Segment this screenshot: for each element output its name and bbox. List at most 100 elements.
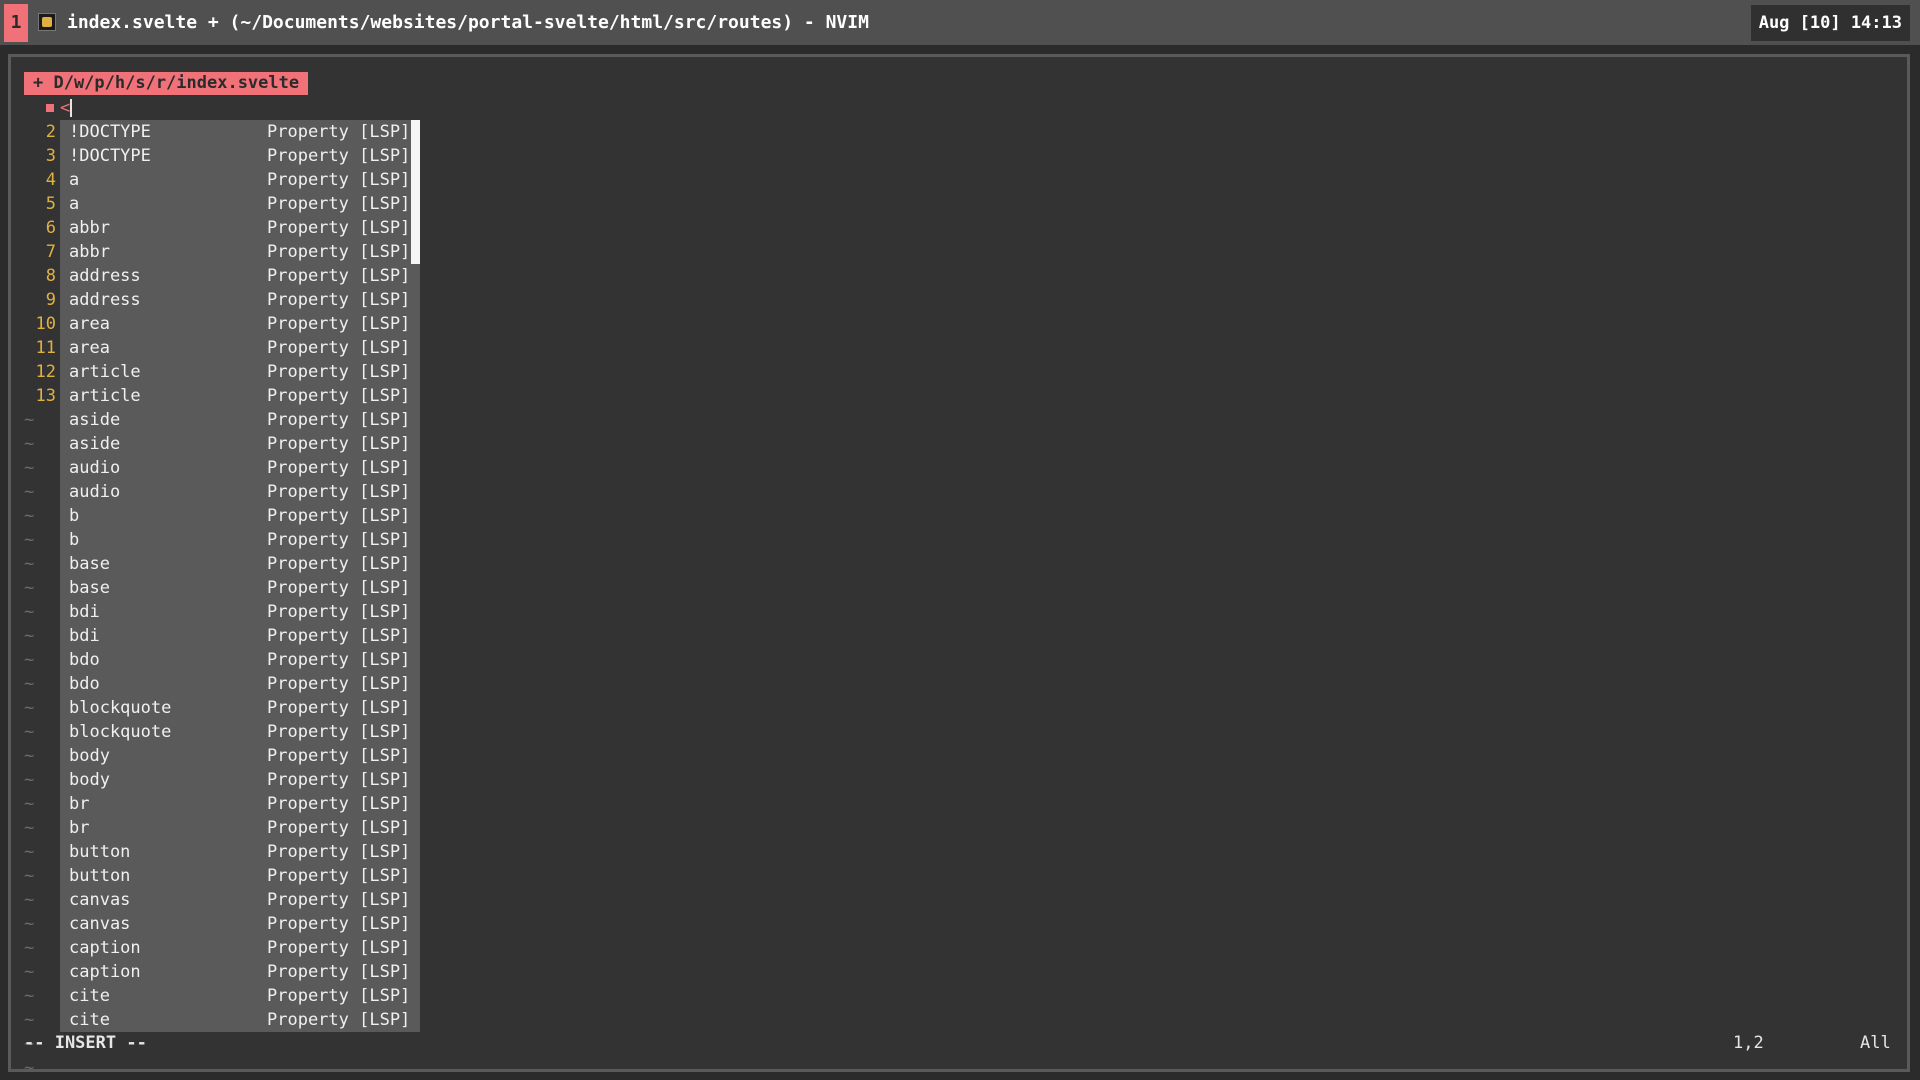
workspace-indicator[interactable]: 1 <box>4 4 28 42</box>
line-number: 6 <box>45 218 56 238</box>
completion-item[interactable]: caption Property [LSP] <box>60 936 420 960</box>
completion-kind: Property [LSP] <box>267 146 411 166</box>
completion-word: a <box>69 170 80 190</box>
empty-line-tilde: ~ <box>24 962 35 982</box>
completion-word: blockquote <box>69 722 172 742</box>
diagnostic-sign-icon <box>46 104 54 112</box>
completion-kind: Property [LSP] <box>267 770 411 790</box>
completion-word: bdi <box>69 626 100 646</box>
empty-line-tilde: ~ <box>24 482 35 502</box>
completion-item[interactable]: bdo Property [LSP] <box>60 648 420 672</box>
empty-line-tilde: ~ <box>24 458 35 478</box>
empty-line-tilde: ~ <box>24 866 35 886</box>
completion-item[interactable]: button Property [LSP] <box>60 864 420 888</box>
empty-line-tilde: ~ <box>24 890 35 910</box>
line-number: 2 <box>45 122 56 142</box>
completion-word: base <box>69 554 110 574</box>
completion-item[interactable]: bdo Property [LSP] <box>60 672 420 696</box>
completion-item[interactable]: bdi Property [LSP] <box>60 600 420 624</box>
completion-item[interactable]: !DOCTYPE Property [LSP] <box>60 120 420 144</box>
empty-line-tilde: ~ <box>24 746 35 766</box>
completion-item[interactable]: blockquote Property [LSP] <box>60 720 420 744</box>
empty-line-tilde: ~ <box>24 794 35 814</box>
completion-item[interactable]: aside Property [LSP] <box>60 408 420 432</box>
completion-kind: Property [LSP] <box>267 218 411 238</box>
completion-item[interactable]: bdi Property [LSP] <box>60 624 420 648</box>
completion-word: blockquote <box>69 698 172 718</box>
completion-item[interactable]: canvas Property [LSP] <box>60 888 420 912</box>
completion-item[interactable]: audio Property [LSP] <box>60 456 420 480</box>
completion-item[interactable]: area Property [LSP] <box>60 336 420 360</box>
empty-line-tilde: ~ <box>24 434 35 454</box>
completion-item[interactable]: br Property [LSP] <box>60 816 420 840</box>
completion-word: canvas <box>69 914 131 934</box>
completion-popup[interactable]: !DOCTYPE Property [LSP] !DOCTYPE Property [… <box>60 120 420 1032</box>
cursor-position: 1,2 <box>1733 1033 1764 1053</box>
completion-item[interactable]: abbr Property [LSP] <box>60 240 420 264</box>
window-title: index.svelte + (~/Documents/websites/por… <box>67 12 869 33</box>
completion-word: bdi <box>69 602 100 622</box>
completion-item[interactable]: body Property [LSP] <box>60 744 420 768</box>
completion-kind: Property [LSP] <box>267 266 411 286</box>
completion-kind: Property [LSP] <box>267 506 411 526</box>
completion-kind: Property [LSP] <box>267 482 411 502</box>
completion-word: area <box>69 314 110 334</box>
completion-word: !DOCTYPE <box>69 146 151 166</box>
completion-item[interactable]: address Property [LSP] <box>60 264 420 288</box>
completion-item[interactable]: body Property [LSP] <box>60 768 420 792</box>
completion-item[interactable]: base Property [LSP] <box>60 552 420 576</box>
completion-word: bdo <box>69 650 100 670</box>
empty-line-tilde: ~ <box>24 650 35 670</box>
completion-kind: Property [LSP] <box>267 386 411 406</box>
completion-item[interactable]: canvas Property [LSP] <box>60 912 420 936</box>
completion-kind: Property [LSP] <box>267 986 411 1006</box>
completion-word: audio <box>69 482 121 502</box>
completion-kind: Property [LSP] <box>267 314 411 334</box>
completion-word: cite <box>69 1010 110 1030</box>
empty-line-tilde: ~ <box>24 722 35 742</box>
completion-item[interactable]: address Property [LSP] <box>60 288 420 312</box>
completion-kind: Property [LSP] <box>267 434 411 454</box>
completion-word: address <box>69 290 141 310</box>
line-number: 5 <box>45 194 56 214</box>
completion-item[interactable]: cite Property [LSP] <box>60 1008 420 1032</box>
completion-word: body <box>69 746 110 766</box>
completion-item[interactable]: b Property [LSP] <box>60 528 420 552</box>
completion-item[interactable]: area Property [LSP] <box>60 312 420 336</box>
completion-item[interactable]: br Property [LSP] <box>60 792 420 816</box>
completion-item[interactable]: a Property [LSP] <box>60 192 420 216</box>
completion-word: address <box>69 266 141 286</box>
completion-item[interactable]: a Property [LSP] <box>60 168 420 192</box>
completion-item[interactable]: abbr Property [LSP] <box>60 216 420 240</box>
empty-line-tilde: ~ <box>24 938 35 958</box>
completion-item[interactable]: aside Property [LSP] <box>60 432 420 456</box>
completion-kind: Property [LSP] <box>267 290 411 310</box>
empty-line-tilde: ~ <box>24 506 35 526</box>
empty-line-tilde: ~ <box>24 1010 35 1030</box>
empty-line-tilde: ~ <box>24 986 35 1006</box>
completion-item[interactable]: cite Property [LSP] <box>60 984 420 1008</box>
line-number: 10 <box>35 314 56 334</box>
completion-kind: Property [LSP] <box>267 842 411 862</box>
completion-item[interactable]: base Property [LSP] <box>60 576 420 600</box>
completion-item[interactable]: audio Property [LSP] <box>60 480 420 504</box>
completion-kind: Property [LSP] <box>267 170 411 190</box>
completion-item[interactable]: article Property [LSP] <box>60 360 420 384</box>
completion-item[interactable]: blockquote Property [LSP] <box>60 696 420 720</box>
completion-item[interactable]: !DOCTYPE Property [LSP] <box>60 144 420 168</box>
buffer-tab[interactable]: + D/w/p/h/s/r/index.svelte <box>24 72 309 95</box>
completion-item[interactable]: caption Property [LSP] <box>60 960 420 984</box>
completion-item[interactable]: b Property [LSP] <box>60 504 420 528</box>
completion-word: a <box>69 194 80 214</box>
completion-item[interactable]: button Property [LSP] <box>60 840 420 864</box>
window-title-bar: 1 index.svelte + (~/Documents/websites/p… <box>0 0 1920 45</box>
empty-line-tilde: ~ <box>24 770 35 790</box>
completion-word: br <box>69 818 90 838</box>
empty-line-tilde: ~ <box>24 530 35 550</box>
completion-kind: Property [LSP] <box>267 554 411 574</box>
completion-scrollbar-thumb[interactable] <box>411 120 420 264</box>
completion-word: article <box>69 386 141 406</box>
current-line-text[interactable]: < <box>60 96 73 120</box>
completion-item[interactable]: article Property [LSP] <box>60 384 420 408</box>
completion-word: bdo <box>69 674 100 694</box>
